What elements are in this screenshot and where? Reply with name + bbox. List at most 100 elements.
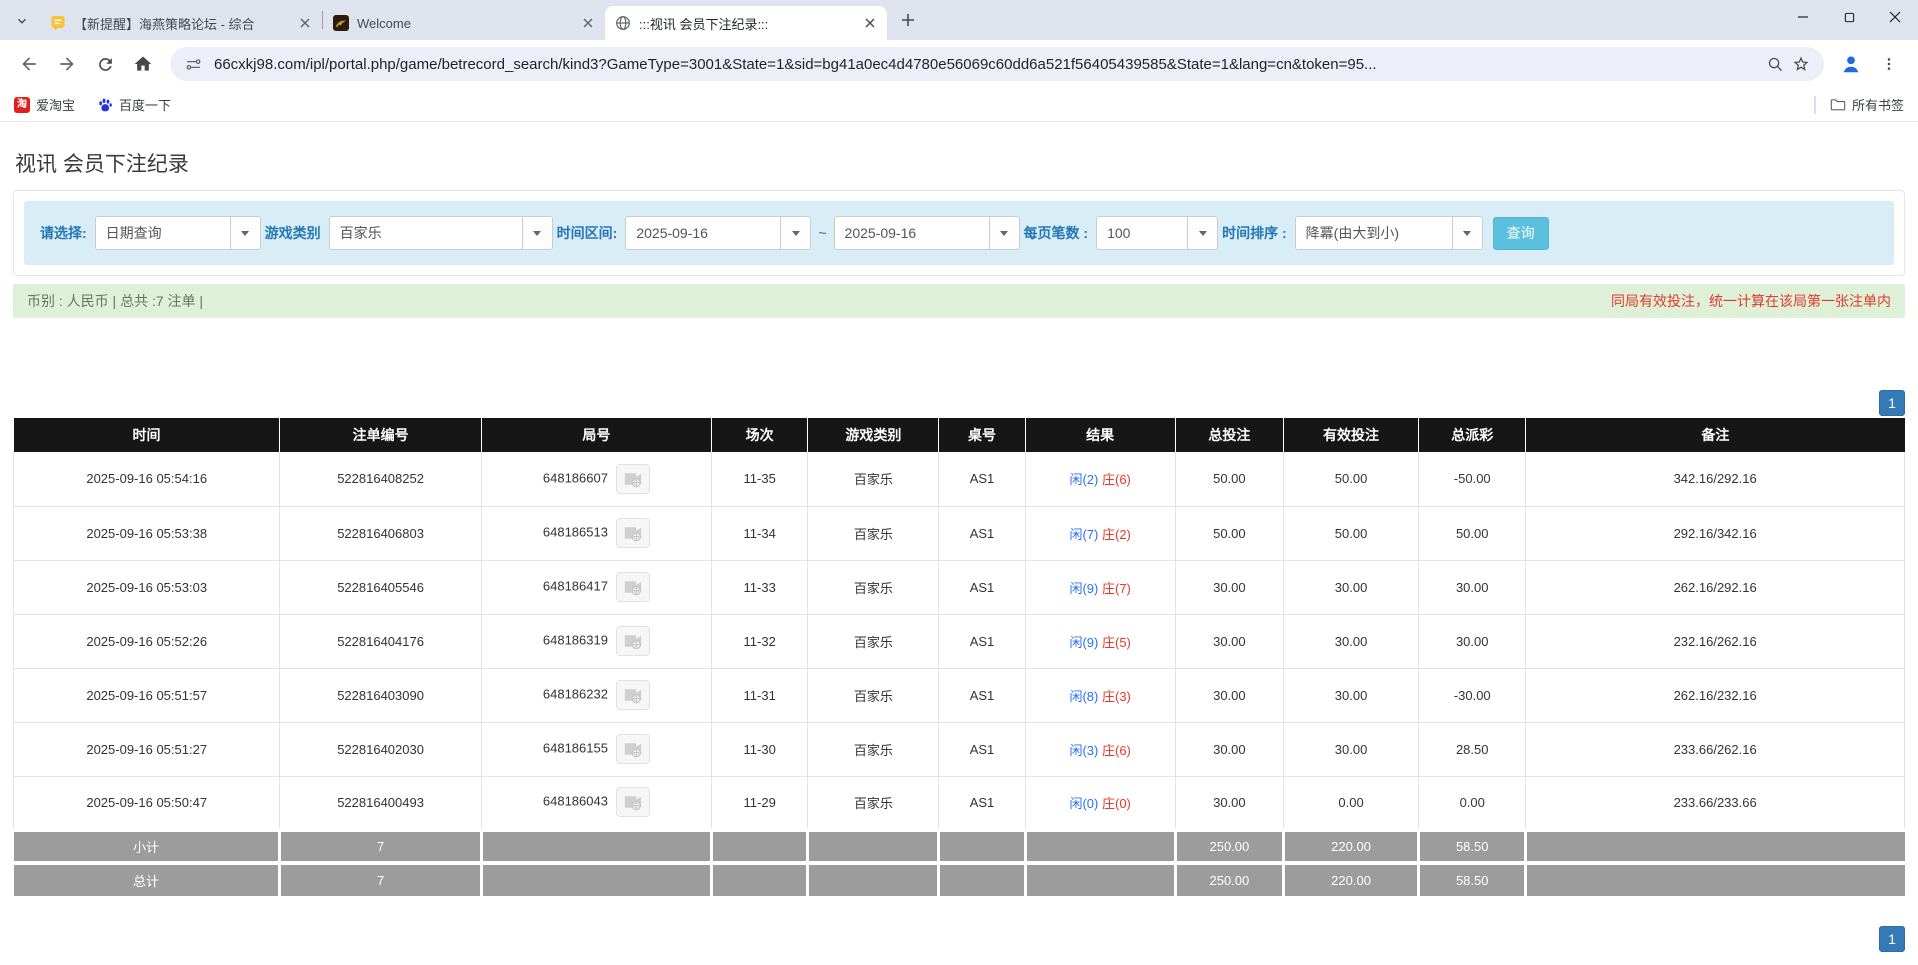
- profile-avatar[interactable]: [1835, 48, 1867, 80]
- tab-close-icon[interactable]: [296, 14, 314, 32]
- page-1-button[interactable]: 1: [1879, 926, 1905, 952]
- chevron-down-icon: [1187, 217, 1217, 249]
- summary-bar: 币别 : 人民币 | 总共 :7 注单 | 同局有效投注，统一计算在该局第一张注…: [13, 284, 1905, 318]
- video-replay-button[interactable]: [616, 518, 650, 548]
- payout-cell: 30.00: [1419, 614, 1526, 668]
- time-cell: 2025-09-16 05:53:03: [14, 560, 280, 614]
- col-round: 局号: [481, 418, 711, 452]
- bookmark-star-icon[interactable]: [1788, 51, 1814, 77]
- game-type-cell: 百家乐: [808, 506, 939, 560]
- time-range-label: 时间区间:: [557, 223, 618, 243]
- back-button[interactable]: [13, 48, 45, 80]
- tab-search-button[interactable]: [8, 7, 36, 35]
- chevron-down-icon: [1452, 217, 1482, 249]
- time-cell: 2025-09-16 05:50:47: [14, 776, 280, 830]
- tab-close-icon[interactable]: [861, 14, 879, 32]
- pagination-bottom: 1: [13, 926, 1905, 952]
- browser-tab-welcome[interactable]: Welcome: [323, 6, 605, 40]
- payout-cell: -30.00: [1419, 668, 1526, 722]
- video-replay-button[interactable]: [616, 680, 650, 710]
- search-button[interactable]: 查询: [1493, 217, 1549, 250]
- col-payout: 总派彩: [1419, 418, 1526, 452]
- game-type-cell: 百家乐: [808, 614, 939, 668]
- maximize-button[interactable]: [1826, 0, 1872, 34]
- sort-order-label: 时间排序 :: [1222, 223, 1287, 243]
- date-from-select[interactable]: 2025-09-16: [625, 216, 811, 250]
- total-bet-cell: 30.00: [1175, 776, 1283, 830]
- query-type-select[interactable]: 日期查询: [95, 216, 261, 250]
- browser-tab-forum[interactable]: 【新提醒】海燕策略论坛 - 综合: [40, 6, 322, 40]
- result-cell: 闲(0) 庄(0): [1025, 776, 1175, 830]
- forward-button[interactable]: [51, 48, 83, 80]
- game-type-cell: 百家乐: [808, 452, 939, 506]
- date-to-select[interactable]: 2025-09-16: [834, 216, 1020, 250]
- subtotal-label: 小计: [14, 830, 280, 863]
- banker-result: 庄(6): [1102, 743, 1131, 758]
- table-row: 2025-09-16 05:52:26 522816404176 6481863…: [14, 614, 1905, 668]
- banker-result: 庄(7): [1102, 581, 1131, 596]
- minimize-button[interactable]: [1780, 0, 1826, 34]
- browser-tab-betrecord-active[interactable]: :::视讯 会员下注纪录:::: [605, 6, 887, 40]
- session-cell: 11-32: [712, 614, 808, 668]
- player-result: 闲(8): [1069, 689, 1098, 704]
- bet-id-cell: 522816408252: [280, 452, 481, 506]
- video-replay-button[interactable]: [616, 787, 650, 817]
- video-replay-button[interactable]: [616, 464, 650, 494]
- bookmarks-divider: [1814, 96, 1816, 114]
- col-game-type: 游戏类别: [808, 418, 939, 452]
- session-cell: 11-31: [712, 668, 808, 722]
- table-body: 2025-09-16 05:54:16 522816408252 6481866…: [14, 452, 1905, 830]
- home-button[interactable]: [127, 48, 159, 80]
- table-no-cell: AS1: [939, 560, 1025, 614]
- total-bet-cell: 30.00: [1175, 560, 1283, 614]
- session-cell: 11-34: [712, 506, 808, 560]
- banker-result: 庄(6): [1102, 472, 1131, 487]
- player-result: 闲(9): [1069, 581, 1098, 596]
- payout-cell: 50.00: [1419, 506, 1526, 560]
- zoom-icon[interactable]: [1762, 51, 1788, 77]
- player-result: 闲(3): [1069, 743, 1098, 758]
- video-replay-button[interactable]: [616, 626, 650, 656]
- player-result: 闲(7): [1069, 527, 1098, 542]
- refresh-button[interactable]: [89, 48, 121, 80]
- subtotal-count: 7: [280, 830, 481, 863]
- table-no-cell: AS1: [939, 668, 1025, 722]
- address-bar[interactable]: 66cxkj98.com/ipl/portal.php/game/betreco…: [170, 47, 1824, 81]
- time-cell: 2025-09-16 05:51:57: [14, 668, 280, 722]
- game-type-select[interactable]: 百家乐: [329, 216, 553, 250]
- per-page-select[interactable]: 100: [1096, 216, 1218, 250]
- table-header-row: 时间 注单编号 局号 场次 游戏类别 桌号 结果 总投注 有效投注 总派彩 备注: [14, 418, 1905, 452]
- total-bet-cell: 30.00: [1175, 722, 1283, 776]
- sort-order-select[interactable]: 降冪(由大到小): [1295, 216, 1483, 250]
- player-result: 闲(2): [1069, 472, 1098, 487]
- total-valid-bet: 220.00: [1283, 863, 1418, 896]
- payout-cell: 28.50: [1419, 722, 1526, 776]
- total-bet-cell: 30.00: [1175, 668, 1283, 722]
- banker-result: 庄(2): [1102, 527, 1131, 542]
- game-type-cell: 百家乐: [808, 776, 939, 830]
- folder-icon: [1830, 97, 1846, 113]
- session-cell: 11-30: [712, 722, 808, 776]
- site-settings-icon[interactable]: [180, 51, 206, 77]
- result-cell: 闲(8) 庄(3): [1025, 668, 1175, 722]
- all-bookmarks-button[interactable]: 所有书签: [1830, 95, 1904, 114]
- bookmark-taobao[interactable]: 淘 爱淘宝: [14, 95, 75, 114]
- tab-close-icon[interactable]: [579, 14, 597, 32]
- video-replay-button[interactable]: [616, 734, 650, 764]
- bet-id-cell: 522816406803: [280, 506, 481, 560]
- banker-result: 庄(3): [1102, 689, 1131, 704]
- all-bookmarks-label: 所有书签: [1852, 95, 1904, 114]
- round-cell: 648186513: [481, 506, 711, 560]
- total-bet-cell: 50.00: [1175, 506, 1283, 560]
- note-cell: 262.16/232.16: [1526, 668, 1905, 722]
- video-replay-button[interactable]: [616, 572, 650, 602]
- bookmark-baidu[interactable]: 百度一下: [97, 95, 171, 114]
- bookmarks-bar: 淘 爱淘宝 百度一下 所有书签: [0, 88, 1918, 122]
- valid-bet-cell: 30.00: [1283, 668, 1418, 722]
- game-type-cell: 百家乐: [808, 668, 939, 722]
- time-cell: 2025-09-16 05:53:38: [14, 506, 280, 560]
- page-1-button[interactable]: 1: [1879, 390, 1905, 416]
- browser-menu-icon[interactable]: [1873, 48, 1905, 80]
- new-tab-button[interactable]: [895, 7, 921, 33]
- close-window-button[interactable]: [1872, 0, 1918, 34]
